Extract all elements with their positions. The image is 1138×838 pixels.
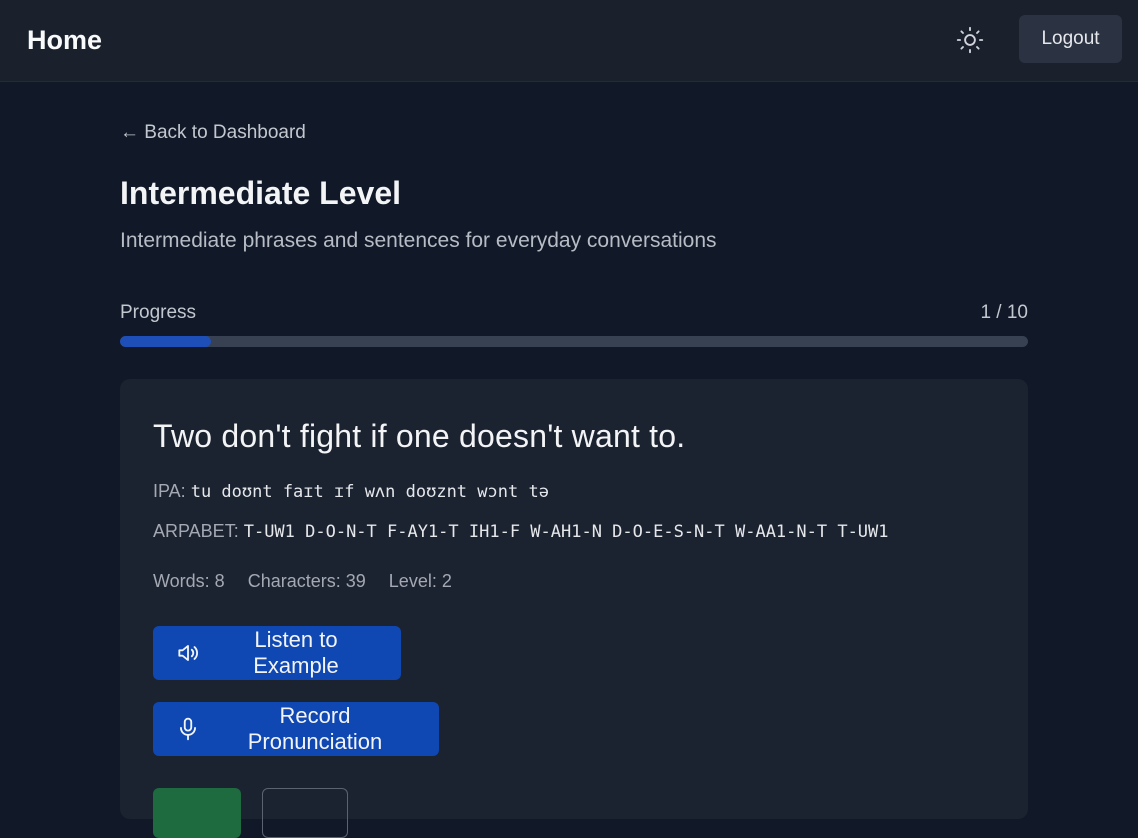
logout-button[interactable]: Logout: [1019, 15, 1122, 63]
skip-button[interactable]: [262, 788, 348, 838]
back-to-dashboard-link[interactable]: ← Back to Dashboard: [120, 121, 306, 145]
arpabet-row: ARPABET: T-UW1 D-O-N-T F-AY1-T IH1-F W-A…: [153, 519, 889, 544]
next-button[interactable]: [153, 788, 241, 838]
word-count: Words: 8: [153, 571, 225, 591]
phrase-card: Two don't fight if one doesn't want to. …: [120, 379, 1028, 838]
speaker-icon: [175, 640, 201, 666]
top-navbar: Home Logout: [0, 0, 1138, 82]
character-count: Characters: 39: [247, 571, 366, 591]
microphone-icon: [175, 716, 201, 742]
progress-bar: [120, 336, 1028, 347]
phrase-text: Two don't fight if one doesn't want to.: [153, 418, 686, 454]
progress-count: 1 / 10: [980, 302, 1028, 323]
record-button-label: Record Pronunciation: [247, 703, 383, 754]
page-title: Intermediate Level: [120, 175, 401, 211]
progress-bar-fill: [120, 336, 211, 347]
page-subtitle: Intermediate phrases and sentences for e…: [120, 229, 717, 252]
progress-label: Progress: [120, 302, 197, 323]
phrase-stats: Words: 8 Characters: 39 Level: 2: [153, 569, 470, 593]
listen-to-example-button[interactable]: Listen to Example: [153, 626, 401, 680]
home-title[interactable]: Home: [27, 22, 102, 58]
level-indicator: Level: 2: [388, 571, 452, 591]
ipa-value: tu doʊnt faɪt ɪf wʌn doʊznt wɔnt tə: [190, 482, 549, 502]
arpabet-value: T-UW1 D-O-N-T F-AY1-T IH1-F W-AH1-N D-O-…: [243, 522, 889, 542]
ipa-label: IPA:: [153, 481, 186, 501]
record-pronunciation-button[interactable]: Record Pronunciation: [153, 702, 439, 756]
listen-button-label: Listen to Example: [253, 627, 339, 678]
ipa-row: IPA: tu doʊnt faɪt ɪf wʌn doʊznt wɔnt tə: [153, 479, 549, 504]
arpabet-label: ARPABET:: [153, 521, 239, 541]
theme-toggle-button[interactable]: [950, 20, 990, 60]
sun-icon: [956, 26, 984, 54]
